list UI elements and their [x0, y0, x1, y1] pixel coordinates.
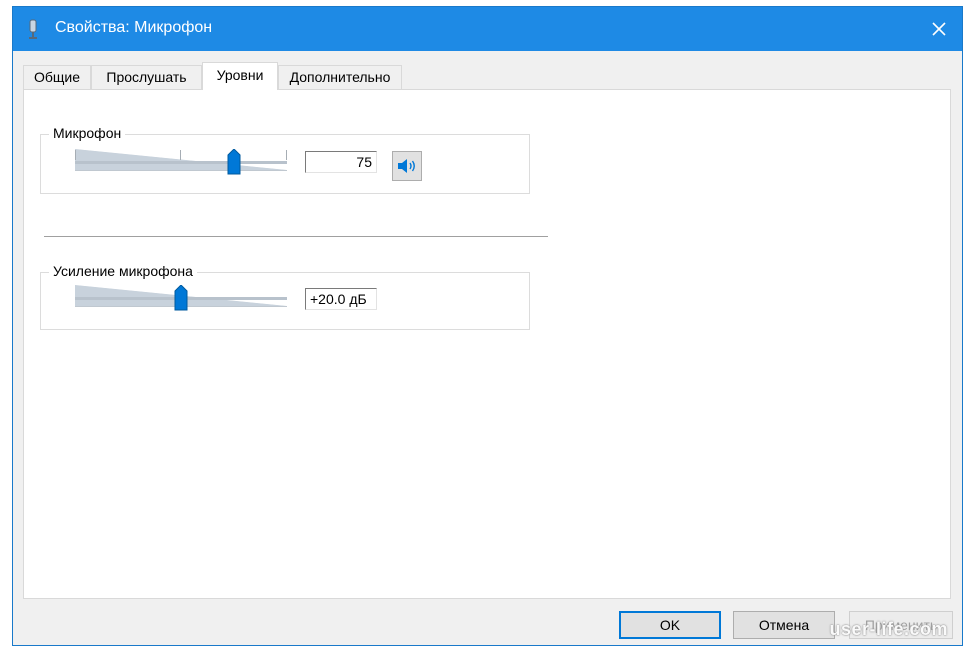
slider-thumb[interactable]: [174, 285, 188, 311]
close-icon: [932, 22, 946, 36]
slider-track: [75, 161, 287, 164]
title-bar[interactable]: Свойства: Микрофон: [13, 7, 962, 51]
cancel-button[interactable]: Отмена: [733, 611, 835, 639]
section-separator: [44, 236, 548, 237]
microphone-boost-value[interactable]: +20.0 дБ: [305, 288, 377, 310]
microphone-level-slider[interactable]: [75, 149, 287, 175]
microphone-level-value[interactable]: 75: [305, 151, 377, 173]
tab-advanced[interactable]: Дополнительно: [278, 65, 402, 89]
ok-button[interactable]: OK: [619, 611, 721, 639]
slider-thumb[interactable]: [227, 149, 241, 175]
microphone-boost-group: Усиление микрофона +20.0 дБ: [40, 263, 530, 330]
microphone-boost-label: Усиление микрофона: [49, 263, 197, 279]
slider-tick: [75, 150, 76, 160]
microphone-level-label: Микрофон: [49, 125, 126, 141]
tab-general[interactable]: Общие: [23, 65, 91, 89]
window-title: Свойства: Микрофон: [55, 19, 213, 36]
speaker-icon: [398, 159, 415, 173]
slider-tick: [286, 150, 287, 160]
close-button[interactable]: [916, 7, 962, 51]
microphone-level-group: Микрофон 75: [40, 125, 530, 194]
tab-listen[interactable]: Прослушать: [91, 65, 202, 89]
slider-tick: [180, 150, 181, 160]
levels-panel: Микрофон 75 Усиление микрофона +20.0 дБ: [23, 89, 951, 599]
microphone-icon: [29, 19, 37, 39]
mute-toggle-button[interactable]: [392, 151, 422, 181]
properties-window: Свойства: Микрофон Общие Прослушать Уров…: [12, 6, 963, 646]
tab-levels[interactable]: Уровни: [202, 62, 278, 90]
watermark-text: user-life.com: [829, 619, 948, 639]
microphone-boost-slider[interactable]: [75, 285, 287, 311]
